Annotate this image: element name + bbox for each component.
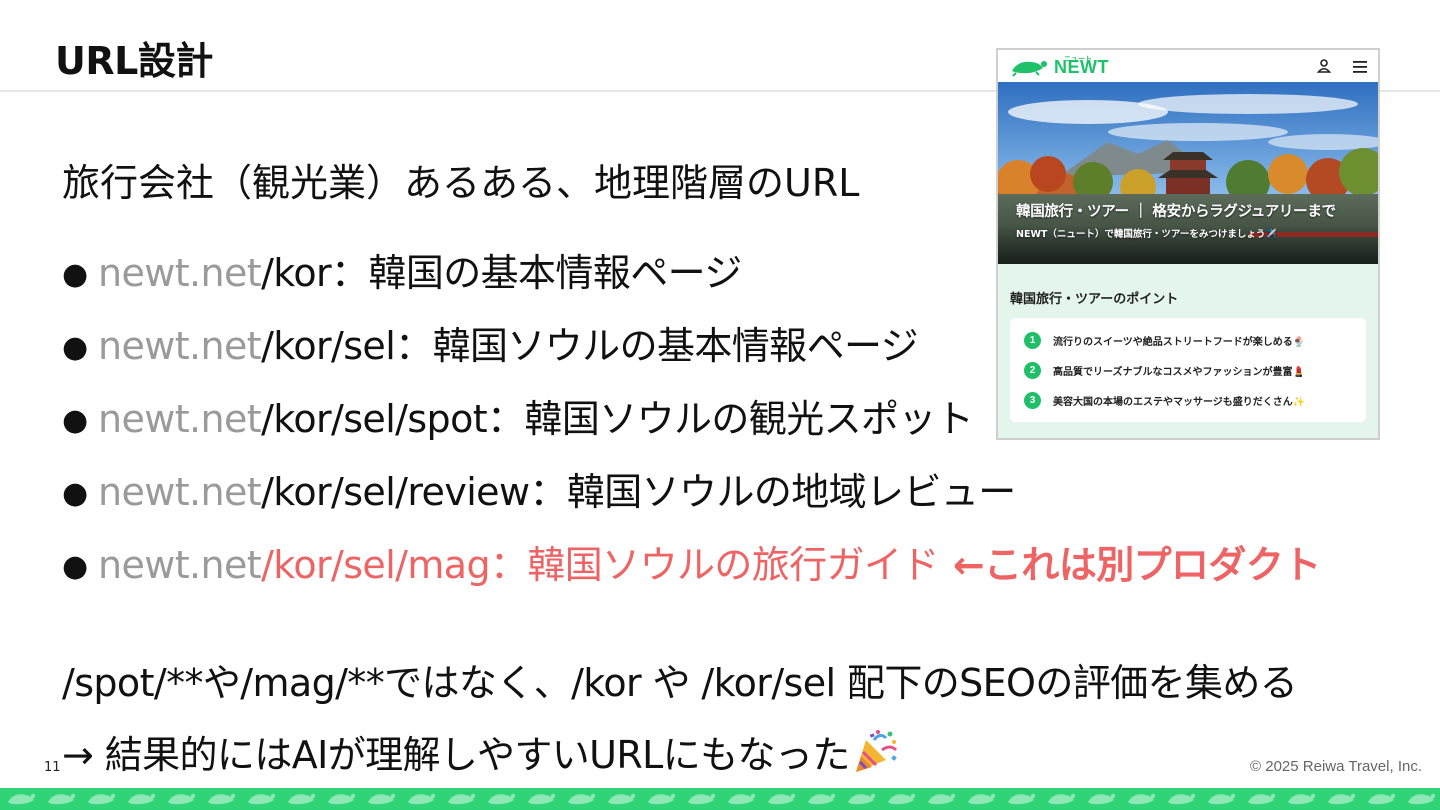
point-item: 3 美容大国の本場のエステやマッサージも盛りだくさん✨ bbox=[1024, 391, 1305, 409]
bullet-dot: ● bbox=[62, 257, 88, 292]
url-description: ：韓国ソウルの基本情報ページ bbox=[395, 324, 919, 368]
point-number-badge: 2 bbox=[1024, 361, 1041, 379]
bullet-dot: ● bbox=[62, 403, 88, 438]
point-text: 美容大国の本場のエステやマッサージも盛りだくさん✨ bbox=[1053, 396, 1306, 408]
screenshot-header: NEWT ニュート bbox=[998, 50, 1378, 82]
url-description: ：韓国ソウルの観光スポット bbox=[487, 397, 974, 441]
url-description: ：韓国ソウルの地域レビュー bbox=[529, 470, 1016, 514]
page-number: 11 bbox=[44, 760, 61, 775]
point-text: 高品質でリーズナブルなコスメやファッションが豊富💄 bbox=[1053, 366, 1305, 378]
copyright: © 2025 Reiwa Travel, Inc. bbox=[1250, 758, 1422, 775]
point-number-badge: 3 bbox=[1024, 391, 1041, 409]
url-list-item-separate-product: ● newt.net/kor/sel/mag：韓国ソウルの旅行ガイド ←これは別プロ… bbox=[62, 540, 1321, 613]
url-domain: newt.net bbox=[98, 251, 262, 295]
conclusion-line: → 結果的にはAIが理解しやすいURLにもなった bbox=[62, 724, 898, 779]
url-path: /kor bbox=[261, 251, 332, 295]
points-section: 韓国旅行・ツアーのポイント 1 流行りのスイーツや絶品ストリートフードが楽しめる… bbox=[998, 264, 1378, 438]
points-card: 1 流行りのスイーツや絶品ストリートフードが楽しめる🍨 2 高品質でリーズナブル… bbox=[1010, 318, 1366, 422]
intro-text: 旅行会社（観光業）あるある、地理階層のURL bbox=[62, 161, 860, 205]
url-domain: newt.net bbox=[98, 324, 262, 368]
url-description: ：韓国の基本情報ページ bbox=[331, 251, 742, 295]
footer-brand-band bbox=[0, 788, 1440, 810]
point-number-badge: 1 bbox=[1024, 331, 1041, 349]
url-path: /kor/sel/review bbox=[261, 470, 530, 514]
url-list-item: ● newt.net/kor/sel/review：韓国ソウルの地域レビュー bbox=[62, 467, 1321, 540]
url-path: /kor/sel bbox=[261, 324, 396, 368]
point-item: 1 流行りのスイーツや絶品ストリートフードが楽しめる🍨 bbox=[1024, 331, 1305, 349]
newt-page-screenshot: NEWT ニュート 韓国旅行・ツアー ｜ 格安からラグジュアリーまで NEWT（… bbox=[996, 48, 1380, 440]
points-section-title: 韓国旅行・ツアーのポイント bbox=[1010, 292, 1179, 307]
summary-text: /spot/**や/mag/**ではなく、/kor や /kor/sel 配下の… bbox=[62, 661, 1298, 705]
bullet-dot: ● bbox=[62, 330, 88, 365]
url-domain: newt.net bbox=[98, 397, 262, 441]
url-description: ：韓国ソウルの旅行ガイド bbox=[489, 543, 939, 587]
point-item: 2 高品質でリーズナブルなコスメやファッションが豊富💄 bbox=[1024, 361, 1305, 379]
hero-subtitle: NEWT（ニュート）で韓国旅行・ツアーをみつけましょう✈️ bbox=[1016, 229, 1278, 240]
url-path: /kor/sel/mag bbox=[261, 543, 490, 587]
party-popper-icon bbox=[852, 728, 898, 774]
newt-logo: NEWT ニュート bbox=[1010, 55, 1109, 78]
point-text: 流行りのスイーツや絶品ストリートフードが楽しめる🍨 bbox=[1053, 336, 1306, 348]
user-icon[interactable] bbox=[1316, 58, 1332, 74]
separate-product-note: ←これは別プロダクト bbox=[952, 543, 1321, 587]
turtle-logo-icon bbox=[1012, 61, 1047, 77]
url-domain: newt.net bbox=[98, 470, 262, 514]
slide-title: URL設計 bbox=[55, 39, 213, 83]
bullet-dot: ● bbox=[62, 549, 88, 584]
logo-ruby: ニュート bbox=[1064, 55, 1092, 63]
conclusion-text: → 結果的にはAIが理解しやすいURLにもなった bbox=[62, 733, 850, 777]
turtle-pattern bbox=[0, 788, 1440, 810]
url-path: /kor/sel/spot bbox=[261, 397, 488, 441]
hero-title: 韓国旅行・ツアー ｜ 格安からラグジュアリーまで bbox=[1016, 204, 1336, 220]
bullet-dot: ● bbox=[62, 476, 88, 511]
url-domain: newt.net bbox=[98, 543, 262, 587]
menu-icon[interactable] bbox=[1352, 59, 1368, 73]
hero-image: 韓国旅行・ツアー ｜ 格安からラグジュアリーまで NEWT（ニュート）で韓国旅行… bbox=[998, 82, 1378, 264]
